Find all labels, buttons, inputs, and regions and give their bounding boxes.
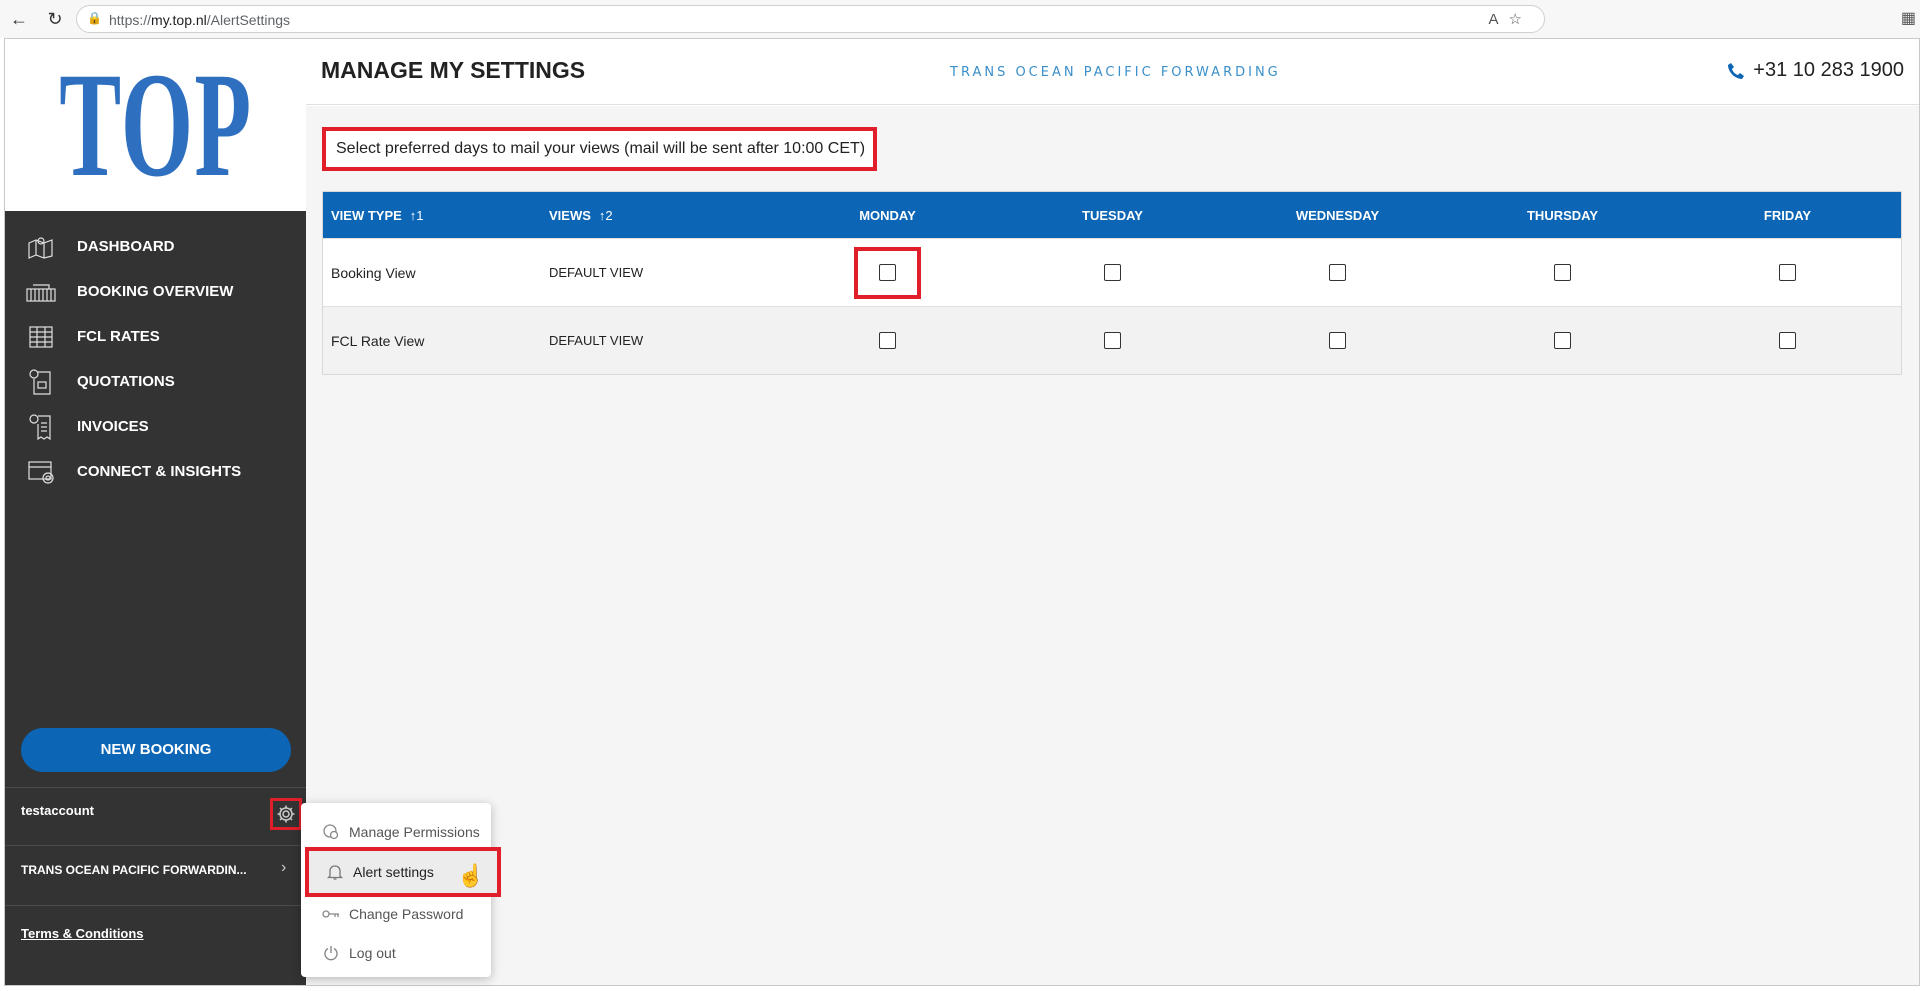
new-booking-button[interactable]: NEW BOOKING bbox=[21, 728, 291, 772]
favorite-star-icon[interactable]: ☆ bbox=[1509, 11, 1532, 28]
highlight-box bbox=[854, 246, 921, 299]
day-cell bbox=[1225, 264, 1450, 281]
menu-item-log-out[interactable]: Log out bbox=[301, 938, 491, 968]
tuesday-checkbox[interactable] bbox=[1104, 264, 1121, 281]
quotation-icon bbox=[25, 368, 57, 395]
hand-cursor-icon: ☝ bbox=[457, 863, 485, 888]
monday-checkbox[interactable] bbox=[879, 332, 896, 349]
url-text: https://my.top.nl/AlertSettings bbox=[109, 12, 291, 28]
sidebar: TOP DASHBOARD BOOKING OVERVIEW FCL RATES bbox=[5, 39, 306, 985]
column-header-friday: FRIDAY bbox=[1763, 207, 1812, 223]
table-row: FCL Rate View DEFAULT VIEW bbox=[323, 306, 1901, 374]
column-header-wednesday: WEDNESDAY bbox=[1295, 207, 1380, 223]
day-cell bbox=[1000, 264, 1225, 281]
divider bbox=[5, 905, 306, 906]
page-header: MANAGE MY SETTINGS TRANS OCEAN PACIFIC F… bbox=[306, 39, 1919, 105]
day-cell bbox=[775, 332, 1000, 349]
terms-link[interactable]: Terms & Conditions bbox=[21, 926, 144, 941]
connect-icon bbox=[25, 459, 57, 485]
bell-icon bbox=[325, 863, 345, 881]
view-cell: DEFAULT VIEW bbox=[549, 265, 644, 280]
friday-checkbox[interactable] bbox=[1779, 332, 1796, 349]
read-aloud-icon[interactable]: A bbox=[1489, 11, 1509, 28]
app-window: TOP DASHBOARD BOOKING OVERVIEW FCL RATES bbox=[4, 38, 1920, 986]
menu-item-manage-permissions[interactable]: Manage Permissions bbox=[301, 817, 491, 847]
day-cell bbox=[1675, 332, 1900, 349]
sidebar-item-label: INVOICES bbox=[77, 418, 149, 435]
chevron-right-icon[interactable]: › bbox=[281, 859, 286, 877]
day-cell bbox=[775, 246, 1000, 299]
monday-checkbox[interactable] bbox=[879, 264, 896, 281]
settings-dropdown-menu: Manage Permissions Alert settings ☝ Chan… bbox=[301, 803, 501, 977]
column-header-view-type[interactable]: VIEW TYPE ↑1 bbox=[323, 208, 549, 223]
phone-icon bbox=[1728, 62, 1745, 79]
sidebar-item-fcl-rates[interactable]: FCL RATES bbox=[5, 314, 306, 359]
divider bbox=[5, 845, 306, 846]
mail-notice: Select preferred days to mail your views… bbox=[322, 127, 877, 171]
menu-item-alert-settings[interactable]: Alert settings ☝ bbox=[305, 847, 501, 897]
key-icon bbox=[321, 908, 341, 920]
wednesday-checkbox[interactable] bbox=[1329, 264, 1346, 281]
invoice-icon bbox=[25, 413, 57, 440]
sidebar-item-dashboard[interactable]: DASHBOARD bbox=[5, 224, 306, 269]
day-cell bbox=[1675, 264, 1900, 281]
gear-icon[interactable] bbox=[270, 798, 302, 830]
day-cell bbox=[1000, 332, 1225, 349]
sidebar-item-booking-overview[interactable]: BOOKING OVERVIEW bbox=[5, 269, 306, 314]
column-header-monday: MONDAY bbox=[859, 207, 916, 223]
column-header-tuesday: TUESDAY bbox=[1082, 207, 1143, 223]
menu-item-change-password[interactable]: Change Password bbox=[301, 899, 491, 929]
account-name: testaccount bbox=[21, 803, 94, 818]
sidebar-item-connect-insights[interactable]: CONNECT & INSIGHTS bbox=[5, 449, 306, 494]
tuesday-checkbox[interactable] bbox=[1104, 332, 1121, 349]
sidebar-item-quotations[interactable]: QUOTATIONS bbox=[5, 359, 306, 404]
company-tagline: TRANS OCEAN PACIFIC FORWARDING bbox=[950, 65, 1281, 80]
table-header: VIEW TYPE ↑1 VIEWS ↑2 MONDAY TUESDAY WEDNE… bbox=[323, 192, 1901, 238]
reload-icon[interactable]: ↻ bbox=[44, 8, 66, 30]
sidebar-item-label: CONNECT & INSIGHTS bbox=[77, 463, 242, 480]
back-arrow-icon[interactable]: ← bbox=[8, 8, 30, 30]
table-row: Booking View DEFAULT VIEW bbox=[323, 238, 1901, 306]
sidebar-item-label: BOOKING OVERVIEW bbox=[77, 283, 234, 300]
day-cell bbox=[1450, 264, 1675, 281]
view-cell: DEFAULT VIEW bbox=[549, 333, 644, 348]
sidebar-menu: DASHBOARD BOOKING OVERVIEW FCL RATES QUO… bbox=[5, 224, 306, 494]
sidebar-item-label: DASHBOARD bbox=[77, 238, 175, 255]
top-logo: TOP bbox=[58, 42, 253, 208]
alert-settings-table: VIEW TYPE ↑1 VIEWS ↑2 MONDAY TUESDAY WEDNE… bbox=[322, 191, 1902, 375]
rates-table-icon bbox=[25, 324, 57, 350]
thursday-checkbox[interactable] bbox=[1554, 332, 1571, 349]
divider bbox=[5, 787, 306, 788]
sidebar-item-label: QUOTATIONS bbox=[77, 373, 175, 390]
browser-extension-icon[interactable]: ▦ bbox=[1901, 8, 1916, 28]
browser-toolbar: ← ↻ 🔒 https://my.top.nl/AlertSettings A☆… bbox=[0, 0, 1920, 38]
container-icon bbox=[25, 279, 57, 305]
day-cell bbox=[1450, 332, 1675, 349]
view-type-cell: Booking View bbox=[331, 264, 416, 281]
map-icon bbox=[25, 234, 57, 260]
sidebar-item-invoices[interactable]: INVOICES bbox=[5, 404, 306, 449]
permissions-icon bbox=[321, 823, 341, 841]
column-header-thursday: THURSDAY bbox=[1526, 207, 1599, 223]
phone-number[interactable]: +31 10 283 1900 bbox=[1727, 59, 1904, 82]
address-bar[interactable]: 🔒 https://my.top.nl/AlertSettings A☆ bbox=[76, 5, 1545, 33]
power-icon bbox=[321, 945, 341, 961]
column-header-views[interactable]: VIEWS ↑2 bbox=[549, 208, 775, 223]
company-selector[interactable]: TRANS OCEAN PACIFIC FORWARDIN... bbox=[21, 863, 247, 877]
wednesday-checkbox[interactable] bbox=[1329, 332, 1346, 349]
logo-area[interactable]: TOP bbox=[5, 39, 306, 211]
main-content: Select preferred days to mail your views… bbox=[306, 106, 1919, 985]
friday-checkbox[interactable] bbox=[1779, 264, 1796, 281]
sidebar-item-label: FCL RATES bbox=[77, 328, 160, 345]
view-type-cell: FCL Rate View bbox=[331, 332, 425, 349]
site-info-icon[interactable]: 🔒 bbox=[87, 11, 102, 25]
page-title: MANAGE MY SETTINGS bbox=[321, 57, 586, 83]
day-cell bbox=[1225, 332, 1450, 349]
thursday-checkbox[interactable] bbox=[1554, 264, 1571, 281]
